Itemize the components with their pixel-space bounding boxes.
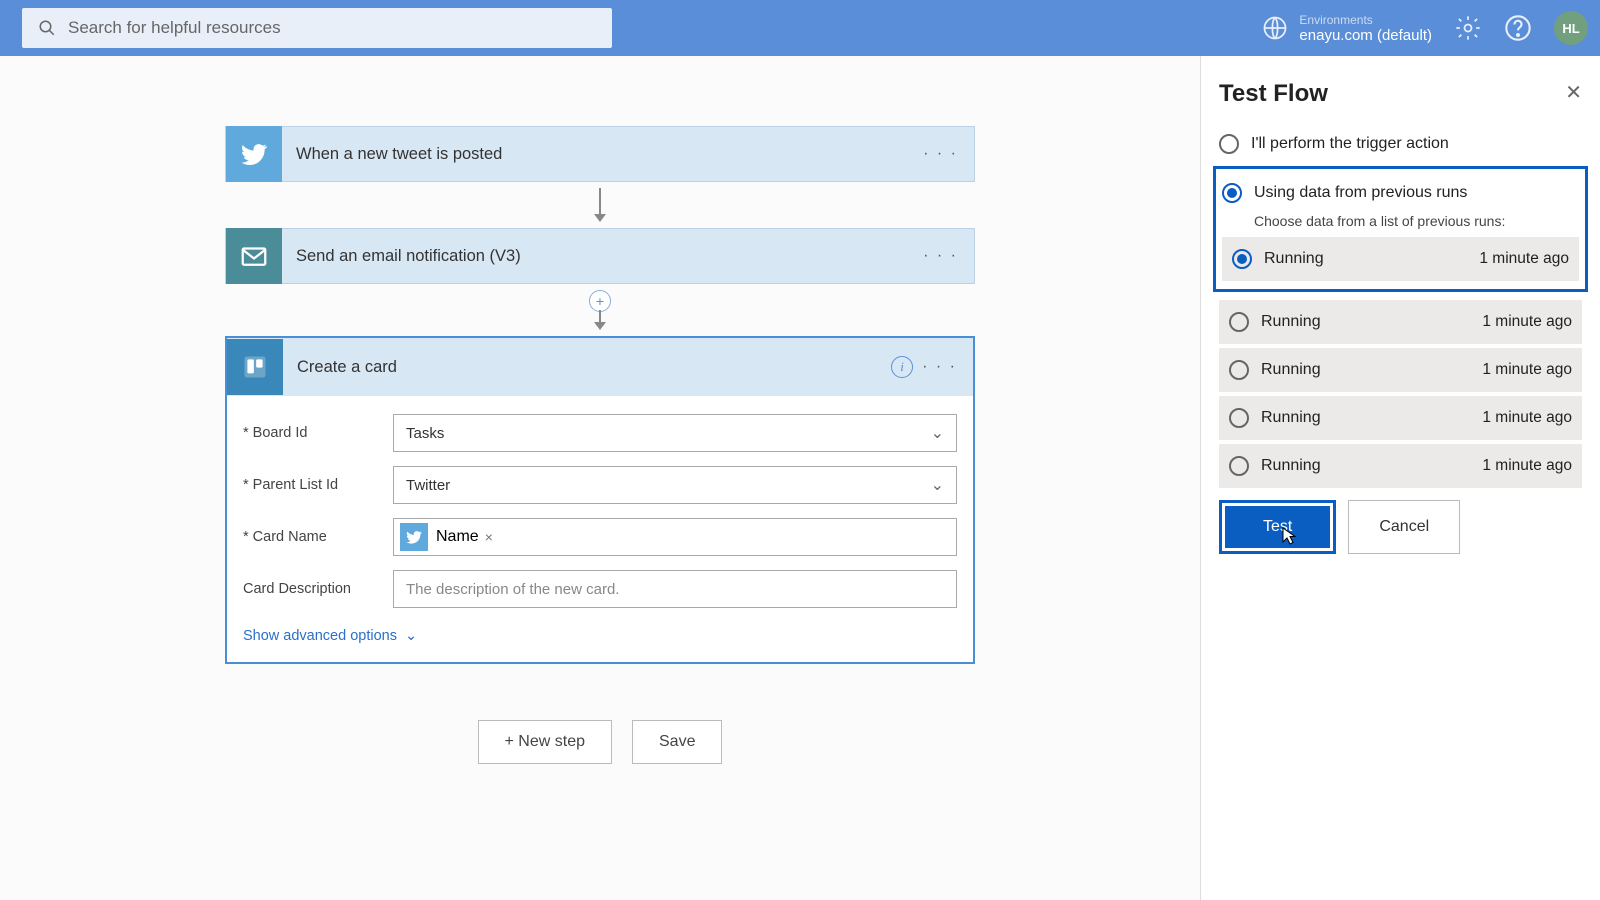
radio-icon (1229, 312, 1249, 332)
connector-arrow-plus: + (225, 290, 975, 330)
card-description-input[interactable]: The description of the new card. (393, 570, 957, 608)
dynamic-token-name[interactable]: Name × (400, 523, 493, 551)
show-advanced-link[interactable]: Show advanced options ⌄ (243, 622, 417, 652)
avatar[interactable]: HL (1554, 11, 1588, 45)
more-icon[interactable]: · · · (923, 247, 958, 265)
trigger-title: When a new tweet is posted (282, 145, 502, 164)
chevron-down-icon: ⌄ (405, 628, 417, 644)
environment-icon (1261, 14, 1289, 42)
run-item[interactable]: Running1 minute ago (1219, 348, 1582, 392)
env-label: Environments (1299, 13, 1432, 27)
gear-icon[interactable] (1454, 14, 1482, 42)
run-item[interactable]: Running1 minute ago (1219, 444, 1582, 488)
action-trello-title: Create a card (283, 358, 397, 377)
action-email-title: Send an email notification (V3) (282, 247, 521, 266)
radio-icon (1229, 360, 1249, 380)
search-icon (38, 19, 56, 37)
new-step-button[interactable]: + New step (478, 720, 612, 764)
close-icon[interactable]: ✕ (1565, 80, 1582, 105)
radio-icon (1229, 408, 1249, 428)
env-name: enayu.com (default) (1299, 27, 1432, 44)
mail-icon (226, 228, 282, 284)
run-item[interactable]: Running1 minute ago (1219, 300, 1582, 344)
test-button[interactable]: Test (1225, 506, 1330, 548)
search-input[interactable] (68, 18, 596, 38)
option-previous-runs[interactable]: Using data from previous runs (1222, 175, 1579, 211)
connector-arrow (225, 188, 975, 222)
more-icon[interactable]: · · · (923, 145, 958, 163)
radio-icon (1232, 249, 1252, 269)
card-name-input[interactable]: Name × (393, 518, 957, 556)
card-name-label: * Card Name (243, 529, 393, 545)
environment-picker[interactable]: Environments enayu.com (default) (1261, 13, 1432, 44)
board-id-label: * Board Id (243, 425, 393, 441)
card-description-label: Card Description (243, 581, 393, 597)
parent-list-select[interactable]: Twitter ⌄ (393, 466, 957, 504)
chevron-down-icon: ⌄ (931, 423, 944, 443)
radio-icon (1229, 456, 1249, 476)
action-trello-header[interactable]: Create a card i · · · (227, 338, 973, 396)
chevron-down-icon: ⌄ (931, 475, 944, 495)
radio-icon (1222, 183, 1242, 203)
run-item[interactable]: Running1 minute ago (1219, 396, 1582, 440)
run-item[interactable]: Running1 minute ago (1222, 237, 1579, 281)
top-bar: Environments enayu.com (default) HL (0, 0, 1600, 56)
previous-runs-sublabel: Choose data from a list of previous runs… (1254, 213, 1579, 229)
trello-icon (227, 339, 283, 395)
action-trello-card: Create a card i · · · * Board Id Tasks ⌄… (225, 336, 975, 664)
trigger-card[interactable]: When a new tweet is posted · · · (225, 126, 975, 182)
test-button-highlight: Test (1219, 500, 1336, 554)
save-button[interactable]: Save (632, 720, 722, 764)
radio-icon (1219, 134, 1239, 154)
board-id-select[interactable]: Tasks ⌄ (393, 414, 957, 452)
flow-canvas: When a new tweet is posted · · · Send an… (0, 56, 1200, 900)
remove-token-icon[interactable]: × (485, 529, 493, 545)
panel-title: Test Flow (1219, 80, 1582, 108)
info-icon[interactable]: i (891, 356, 913, 378)
twitter-icon (226, 126, 282, 182)
test-flow-panel: Test Flow ✕ I'll perform the trigger act… (1200, 56, 1600, 900)
run-list: Running1 minute ago (1222, 237, 1579, 281)
option-previous-runs-highlight: Using data from previous runs Choose dat… (1213, 166, 1588, 292)
more-icon[interactable]: · · · (922, 358, 957, 376)
option-perform-trigger[interactable]: I'll perform the trigger action (1219, 126, 1582, 162)
action-email-card[interactable]: Send an email notification (V3) · · · (225, 228, 975, 284)
cancel-button[interactable]: Cancel (1348, 500, 1460, 554)
parent-list-label: * Parent List Id (243, 477, 393, 493)
search-box[interactable] (22, 8, 612, 48)
add-step-icon[interactable]: + (589, 290, 611, 312)
help-icon[interactable] (1504, 14, 1532, 42)
